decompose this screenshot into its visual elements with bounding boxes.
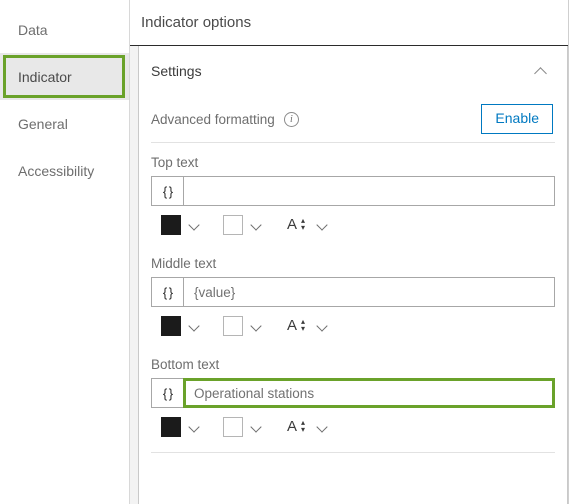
- advanced-formatting-row: Advanced formatting i Enable: [139, 96, 567, 142]
- chevron-down-icon[interactable]: [185, 215, 205, 235]
- bottom-text-input-row: { }: [151, 378, 555, 408]
- chevron-down-icon[interactable]: [247, 417, 267, 437]
- top-text-background-swatch[interactable]: [223, 215, 243, 235]
- sidebar-item-accessibility[interactable]: Accessibility: [0, 147, 129, 194]
- indicator-options-window: Data Indicator General Accessibility Ind…: [0, 0, 569, 504]
- settings-section-title: Settings: [151, 63, 202, 79]
- panel-header: Indicator options: [130, 0, 568, 46]
- chevron-down-icon[interactable]: [247, 215, 267, 235]
- sidebar-item-label: General: [18, 115, 68, 132]
- font-size-icon[interactable]: A ▴ ▾: [285, 316, 309, 336]
- chevron-down-icon[interactable]: [247, 316, 267, 336]
- middle-text-background-swatch[interactable]: [223, 316, 243, 336]
- font-size-glyph: A: [287, 418, 298, 435]
- font-size-arrows: ▴ ▾: [300, 216, 305, 232]
- top-text-format-toolbar: A ▴ ▾: [151, 206, 555, 244]
- enable-advanced-formatting-button[interactable]: Enable: [481, 104, 553, 134]
- bottom-text-background-swatch[interactable]: [223, 417, 243, 437]
- middle-text-label: Middle text: [151, 256, 217, 271]
- middle-text-input-row: { }: [151, 277, 555, 307]
- sidebar-item-general[interactable]: General: [0, 100, 129, 147]
- font-size-icon[interactable]: A ▴ ▾: [285, 215, 309, 235]
- top-text-expression-button[interactable]: { }: [151, 176, 183, 206]
- top-text-label: Top text: [151, 155, 199, 170]
- page-title: Indicator options: [141, 14, 252, 31]
- sidebar-item-indicator[interactable]: Indicator: [0, 53, 129, 100]
- options-pane: Indicator options Settings Advanced form…: [130, 0, 568, 504]
- settings-sidebar: Data Indicator General Accessibility: [0, 0, 130, 504]
- chevron-down-icon[interactable]: [313, 215, 333, 235]
- middle-text-expression-button[interactable]: { }: [151, 277, 183, 307]
- bottom-text-label: Bottom text: [151, 357, 220, 372]
- middle-text-input[interactable]: [183, 277, 555, 307]
- advanced-formatting-label: Advanced formatting: [151, 111, 275, 127]
- panel-body: Settings Advanced formatting i Enable To…: [130, 46, 568, 504]
- chevron-down-icon[interactable]: [313, 417, 333, 437]
- bottom-text-group: Bottom text { } A ▴▾: [139, 345, 567, 446]
- top-text-color-swatch[interactable]: [161, 215, 181, 235]
- bottom-text-expression-button[interactable]: { }: [151, 378, 183, 408]
- scrollbar[interactable]: [560, 46, 567, 504]
- bottom-text-color-swatch[interactable]: [161, 417, 181, 437]
- settings-section-header[interactable]: Settings: [139, 46, 567, 96]
- chevron-up-icon[interactable]: [535, 64, 549, 78]
- font-size-glyph: A: [287, 216, 298, 233]
- chevron-down-icon[interactable]: [185, 316, 205, 336]
- bottom-text-format-toolbar: A ▴ ▾: [151, 408, 555, 446]
- top-text-group: Top text { } A ▴ ▾: [139, 143, 567, 244]
- font-size-icon[interactable]: A ▴ ▾: [285, 417, 309, 437]
- middle-text-format-toolbar: A ▴ ▾: [151, 307, 555, 345]
- bottom-divider: [151, 452, 555, 453]
- middle-text-group: Middle text { } A ▴▾: [139, 244, 567, 345]
- top-text-input-row: { }: [151, 176, 555, 206]
- sidebar-item-data[interactable]: Data: [0, 6, 129, 53]
- top-text-input[interactable]: [183, 176, 555, 206]
- bottom-text-input[interactable]: [183, 378, 555, 408]
- sidebar-item-label: Data: [18, 21, 48, 38]
- chevron-down-icon[interactable]: [313, 316, 333, 336]
- settings-card: Settings Advanced formatting i Enable To…: [138, 46, 568, 504]
- sidebar-item-label: Indicator: [18, 68, 72, 85]
- sidebar-item-label: Accessibility: [18, 162, 95, 179]
- font-size-arrows: ▴ ▾: [300, 418, 305, 434]
- font-size-glyph: A: [287, 317, 298, 334]
- chevron-down-icon[interactable]: [185, 417, 205, 437]
- font-size-arrows: ▴ ▾: [300, 317, 305, 333]
- info-icon[interactable]: i: [283, 111, 299, 127]
- middle-text-color-swatch[interactable]: [161, 316, 181, 336]
